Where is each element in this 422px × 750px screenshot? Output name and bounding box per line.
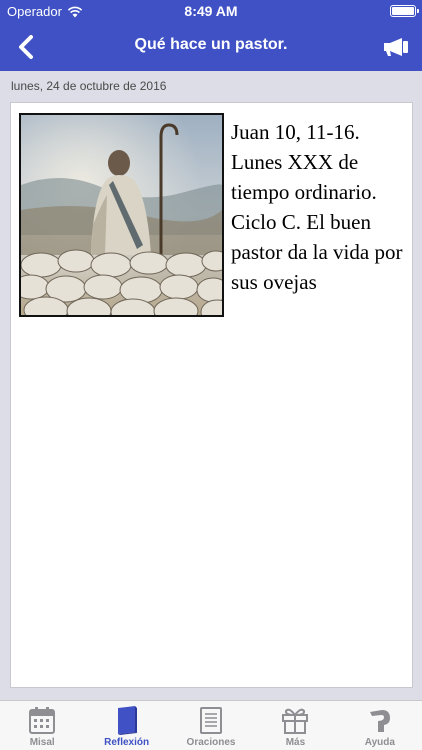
tab-misal[interactable]: Misal bbox=[0, 701, 84, 750]
shepherd-illustration bbox=[21, 115, 222, 315]
article-title: Juan 10, 11-16. Lunes XXX de tiempo ordi… bbox=[231, 120, 403, 294]
tab-bar: Misal Reflexión Oraciones Más Ayuda bbox=[0, 700, 422, 750]
clock: 8:49 AM bbox=[184, 3, 238, 19]
page-title: Qué hace un pastor. bbox=[134, 36, 288, 53]
tab-label: Más bbox=[285, 737, 306, 748]
shepherd-image bbox=[19, 113, 224, 317]
tab-ayuda[interactable]: Ayuda bbox=[338, 701, 422, 750]
help-icon bbox=[369, 710, 390, 732]
header: Operador 8:49 AM Qué hace un pastor. bbox=[0, 0, 422, 71]
tab-mas[interactable]: Más bbox=[253, 701, 337, 750]
status-bar: Operador 8:49 AM bbox=[0, 0, 422, 22]
notepad-icon bbox=[200, 707, 223, 734]
tab-label: Misal bbox=[29, 737, 55, 748]
gift-icon bbox=[282, 708, 309, 734]
megaphone-icon bbox=[384, 38, 408, 56]
tab-label: Ayuda bbox=[364, 737, 395, 748]
book-icon bbox=[117, 706, 137, 735]
speaker-button[interactable] bbox=[380, 32, 412, 62]
article-date: lunes, 24 de octubre de 2016 bbox=[11, 79, 167, 93]
back-button[interactable] bbox=[8, 30, 44, 64]
tab-label: Oraciones bbox=[186, 737, 236, 748]
article-card: Juan 10, 11-16. Lunes XXX de tiempo ordi… bbox=[10, 102, 413, 688]
tab-reflexion[interactable]: Reflexión bbox=[84, 701, 168, 750]
chevron-left-icon bbox=[19, 35, 33, 59]
calendar-icon bbox=[29, 707, 56, 734]
tab-oraciones[interactable]: Oraciones bbox=[169, 701, 253, 750]
tab-label: Reflexión bbox=[104, 737, 150, 748]
navigation-bar: Qué hace un pastor. bbox=[0, 22, 422, 71]
battery-icon bbox=[390, 5, 419, 17]
